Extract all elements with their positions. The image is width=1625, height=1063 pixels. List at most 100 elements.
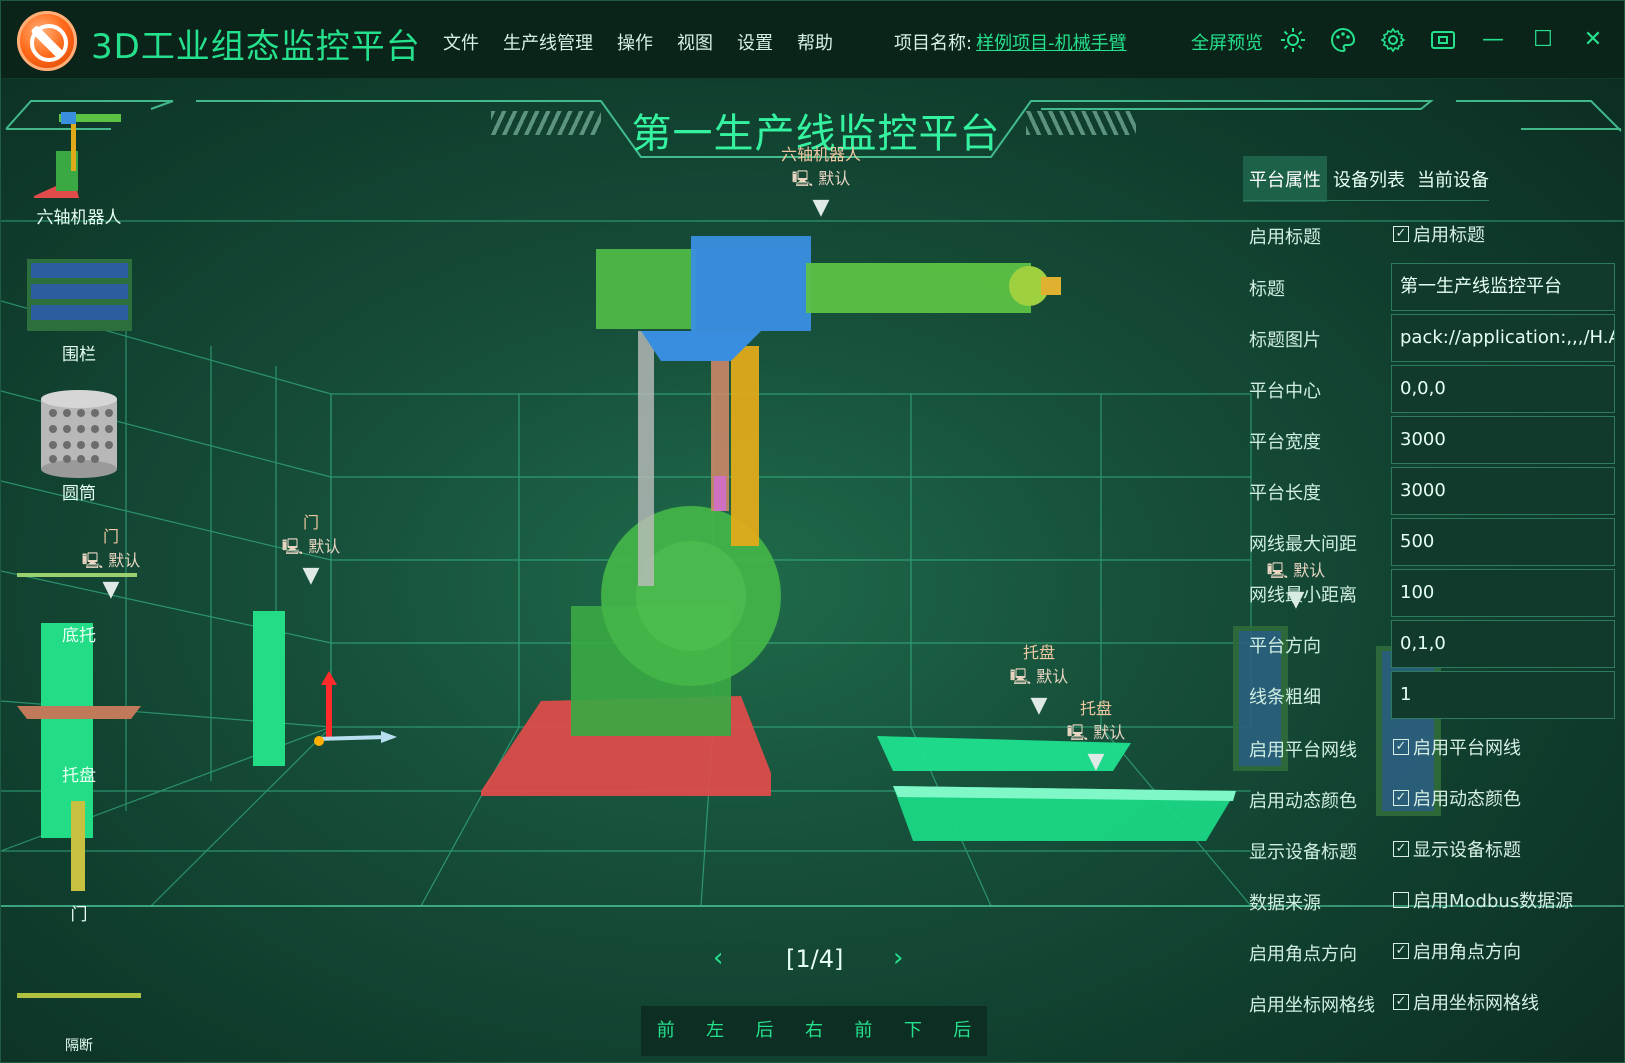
prop-input[interactable]: 0,1,0 <box>1391 620 1615 668</box>
checkbox-empty-icon[interactable] <box>1393 892 1409 908</box>
prop-checkbox[interactable]: ✓ 启用坐标网格线 <box>1393 989 1539 1015</box>
palette-item-tray[interactable]: 托盘 <box>9 757 149 786</box>
prop-checkbox[interactable]: ✓ 启用平台网线 <box>1393 734 1521 760</box>
checkbox-checked-icon[interactable]: ✓ <box>1393 226 1409 242</box>
down-marker-icon: ▼ <box>102 577 120 602</box>
prop-checkbox[interactable]: ✓ 显示设备标题 <box>1393 836 1521 862</box>
tab-device-list[interactable]: 设备列表 <box>1327 156 1411 202</box>
sun-icon[interactable] <box>1279 27 1307 55</box>
view-right-button[interactable]: 右 <box>789 1006 838 1056</box>
project-info: 项目名称: 样例项目-机械手臂 <box>894 29 1127 55</box>
tray1-tag-state: 默认 <box>1036 667 1069 686</box>
robot-tag-name: 六轴机器人 <box>780 145 861 164</box>
prop-input[interactable]: pack://application:,,,/H.A <box>1391 314 1615 362</box>
prop-row: 网线最大间距 500 <box>1249 518 1619 566</box>
palette-item-door[interactable]: 门 <box>9 896 149 925</box>
monitor-icon: 🖳 <box>1009 667 1037 686</box>
view-back-button[interactable]: 后 <box>740 1006 789 1056</box>
prop-checkbox[interactable]: ✓ 启用角点方向 <box>1393 938 1521 964</box>
palette-label: 隔断 <box>65 1038 93 1054</box>
minimize-button[interactable]: — <box>1478 25 1508 55</box>
checkbox-checked-icon[interactable]: ✓ <box>1393 994 1409 1010</box>
palette-icon[interactable] <box>1329 27 1357 55</box>
prop-input[interactable]: 第一生产线监控平台 <box>1391 263 1615 311</box>
prop-checkbox[interactable]: ✓ 启用动态颜色 <box>1393 785 1521 811</box>
prop-row: 标题图片 pack://application:,,,/H.A <box>1249 314 1619 362</box>
palette-item-cylinder[interactable]: 圆筒 <box>9 475 149 504</box>
tab-current-device[interactable]: 当前设备 <box>1411 156 1495 202</box>
maximize-button[interactable]: ☐ <box>1528 25 1558 55</box>
prop-checkbox-label: 启用动态颜色 <box>1413 789 1521 810</box>
tray1-tag-state-row: 🖳 默认 <box>989 663 1089 693</box>
tray2-tag[interactable]: 托盘 🖳 默认 ▼ <box>1046 695 1146 773</box>
fullscreen-preview-button[interactable]: 全屏预览 <box>1191 29 1263 55</box>
palette-item-base[interactable]: 底托 <box>9 617 149 646</box>
next-page-button[interactable]: › <box>893 943 903 973</box>
close-button[interactable]: ✕ <box>1578 25 1608 55</box>
prop-input[interactable]: 3000 <box>1391 467 1615 515</box>
prop-checkbox[interactable]: 启用Modbus数据源 <box>1393 887 1573 913</box>
prev-page-button[interactable]: ‹ <box>713 943 723 973</box>
palette-item-robot[interactable]: 六轴机器人 <box>9 199 149 228</box>
prop-row: 启用坐标网格线 ✓ 启用坐标网格线 <box>1249 979 1619 1023</box>
prop-input[interactable]: 0,0,0 <box>1391 365 1615 413</box>
door-left-tag[interactable]: 门 🖳 默认 ▼ <box>61 523 161 601</box>
prop-input[interactable]: 500 <box>1391 518 1615 566</box>
prop-input[interactable]: 100 <box>1391 569 1615 617</box>
prop-label: 线条粗细 <box>1249 687 1321 708</box>
prop-checkbox-label: 启用角点方向 <box>1413 942 1521 963</box>
menu-production-line[interactable]: 生产线管理 <box>503 29 593 55</box>
down-marker-icon: ▼ <box>1087 749 1105 774</box>
checkbox-checked-icon[interactable]: ✓ <box>1393 943 1409 959</box>
view-bottom-button[interactable]: 下 <box>888 1006 937 1056</box>
prop-checkbox-label: 启用平台网线 <box>1413 738 1521 759</box>
menu-bar: 文件 生产线管理 操作 视图 设置 帮助 <box>443 29 833 55</box>
prop-row: 启用平台网线 ✓ 启用平台网线 <box>1249 724 1619 768</box>
prop-row: 平台长度 3000 <box>1249 467 1619 515</box>
menu-file[interactable]: 文件 <box>443 29 479 55</box>
robot-tag[interactable]: 六轴机器人 🖳 默认 ▼ <box>771 141 871 219</box>
prop-input[interactable]: 3000 <box>1391 416 1615 464</box>
menu-view[interactable]: 视图 <box>677 29 713 55</box>
menu-settings[interactable]: 设置 <box>737 29 773 55</box>
view-buttons: 前 左 后 右 前 下 后 <box>641 1006 987 1056</box>
screen-icon[interactable] <box>1429 27 1457 55</box>
prop-row: 显示设备标题 ✓ 显示设备标题 <box>1249 826 1619 870</box>
palette-label: 圆筒 <box>62 484 96 504</box>
prop-row: 平台中心 0,0,0 <box>1249 365 1619 413</box>
palette-label: 六轴机器人 <box>36 208 122 228</box>
palette-label: 门 <box>70 905 88 925</box>
title-bar: 3D工业组态监控平台 文件 生产线管理 操作 视图 设置 帮助 项目名称: 样例项… <box>1 1 1624 79</box>
view-front2-button[interactable]: 前 <box>839 1006 888 1056</box>
monitor-icon: 🖳 <box>281 537 309 556</box>
checkbox-checked-icon[interactable]: ✓ <box>1393 790 1409 806</box>
door-left-tag-state: 默认 <box>108 551 141 570</box>
tray2-tag-name: 托盘 <box>1079 699 1112 718</box>
tray1-tag-name: 托盘 <box>1022 643 1055 662</box>
checkbox-checked-icon[interactable]: ✓ <box>1393 739 1409 755</box>
view-left-button[interactable]: 左 <box>690 1006 739 1056</box>
prop-checkbox[interactable]: ✓ 启用标题 <box>1393 221 1485 247</box>
menu-help[interactable]: 帮助 <box>797 29 833 55</box>
robot-tag-state-row: 🖳 默认 <box>771 165 871 195</box>
prop-label: 网线最大间距 <box>1249 534 1357 555</box>
prop-checkbox-label: 启用坐标网格线 <box>1413 993 1539 1014</box>
prop-checkbox-label: 启用Modbus数据源 <box>1413 891 1574 912</box>
door-mid-tag[interactable]: 门 🖳 默认 ▼ <box>261 509 361 587</box>
app-window: 3D工业组态监控平台 文件 生产线管理 操作 视图 设置 帮助 项目名称: 样例项… <box>0 0 1625 1063</box>
prop-input[interactable]: 1 <box>1391 671 1615 719</box>
palette-item-partition[interactable]: 隔断 <box>9 1031 149 1055</box>
down-marker-icon: ▼ <box>812 195 830 220</box>
checkbox-checked-icon[interactable]: ✓ <box>1393 841 1409 857</box>
property-tabs: 平台属性 设备列表 当前设备 <box>1243 156 1495 202</box>
project-name-link[interactable]: 样例项目-机械手臂 <box>976 33 1127 54</box>
app-title: 3D工业组态监控平台 <box>91 27 421 67</box>
tab-platform-props[interactable]: 平台属性 <box>1243 156 1327 202</box>
palette-item-fence[interactable]: 围栏 <box>9 336 149 365</box>
header-stripes-left <box>491 111 601 135</box>
view-front-button[interactable]: 前 <box>641 1006 690 1056</box>
prop-label: 显示设备标题 <box>1249 842 1357 863</box>
view-back2-button[interactable]: 后 <box>938 1006 987 1056</box>
gear-icon[interactable] <box>1379 27 1407 55</box>
menu-operation[interactable]: 操作 <box>617 29 653 55</box>
